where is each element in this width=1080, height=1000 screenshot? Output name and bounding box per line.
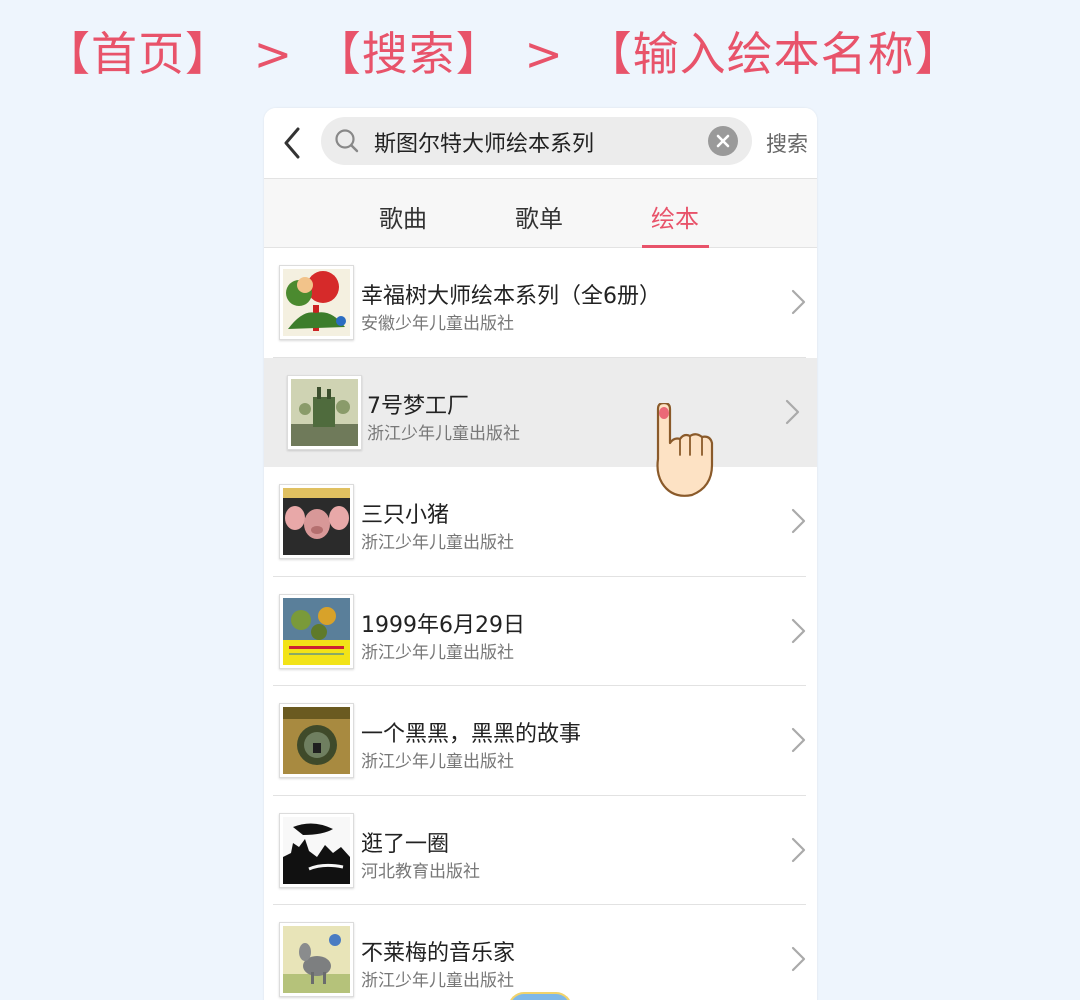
chevron-right-icon bbox=[791, 837, 806, 862]
book-publisher: 浙江少年儿童出版社 bbox=[367, 423, 520, 444]
breadcrumb-home: 【首页】 bbox=[44, 27, 232, 81]
book-cover-pig-icon bbox=[283, 488, 350, 555]
book-publisher: 浙江少年儿童出版社 bbox=[361, 752, 514, 772]
book-list: 幸福树大师绘本系列（全6册） 安徽少年儿童出版社 7号梦工厂 浙江少年儿童出版社… bbox=[264, 248, 817, 1000]
chevron-right-icon bbox=[791, 727, 806, 753]
book-cover-tree-icon bbox=[283, 269, 350, 336]
chevron-right-icon bbox=[791, 946, 806, 972]
book-cover bbox=[279, 484, 354, 559]
list-item[interactable]: 7号梦工厂 浙江少年儿童出版社 bbox=[264, 357, 817, 467]
close-icon bbox=[716, 134, 730, 148]
book-cover-dream-factory-icon bbox=[291, 378, 358, 446]
book-publisher: 河北教育出版社 bbox=[361, 861, 480, 882]
chevron-right-icon bbox=[791, 618, 806, 643]
breadcrumb-separator: > bbox=[524, 27, 564, 81]
tab-playlists[interactable]: 歌单 bbox=[515, 199, 563, 234]
book-cover-dark-story-icon bbox=[283, 707, 350, 774]
back-button[interactable] bbox=[276, 125, 312, 161]
book-cover bbox=[279, 922, 354, 997]
list-item[interactable]: 不莱梅的音乐家 浙江少年儿童出版社 bbox=[264, 905, 817, 1000]
list-item[interactable]: 幸福树大师绘本系列（全6册） 安徽少年儿童出版社 bbox=[264, 248, 817, 358]
book-title: 一个黑黑，黑黑的故事 bbox=[361, 722, 582, 747]
book-cover-silhouette-icon bbox=[283, 816, 350, 884]
book-title: 逛了一圈 bbox=[361, 831, 450, 857]
book-title: 三只小猪 bbox=[361, 503, 450, 528]
category-tabs: 歌曲 歌单 绘本 bbox=[264, 178, 817, 248]
book-cover bbox=[279, 812, 354, 888]
book-cover-donkey-icon bbox=[283, 926, 350, 993]
chevron-right-icon bbox=[785, 399, 800, 424]
search-button[interactable]: 搜索 bbox=[766, 128, 808, 158]
floating-badge bbox=[508, 992, 572, 1000]
breadcrumb-separator: > bbox=[253, 27, 294, 81]
book-title: 不莱梅的音乐家 bbox=[361, 941, 516, 966]
tab-songs[interactable]: 歌曲 bbox=[379, 199, 427, 234]
tap-hand-icon bbox=[656, 403, 714, 497]
book-publisher: 浙江少年儿童出版社 bbox=[361, 533, 514, 553]
search-input[interactable]: 斯图尔特大师绘本系列 bbox=[321, 117, 752, 165]
book-title: 幸福树大师绘本系列（全6册） bbox=[361, 284, 661, 309]
book-cover bbox=[279, 265, 354, 340]
search-bar: 斯图尔特大师绘本系列 搜索 bbox=[264, 108, 817, 178]
book-title: 7号梦工厂 bbox=[367, 393, 469, 419]
book-publisher: 浙江少年儿童出版社 bbox=[361, 642, 514, 663]
breadcrumb-input-book-name: 【输入绘本名称】 bbox=[585, 27, 962, 81]
search-query: 斯图尔特大师绘本系列 bbox=[374, 132, 595, 157]
chevron-left-icon bbox=[284, 127, 300, 159]
search-icon bbox=[335, 129, 359, 153]
list-item[interactable]: 1999年6月29日 浙江少年儿童出版社 bbox=[264, 577, 817, 686]
book-cover-vegetables-icon bbox=[283, 597, 350, 665]
breadcrumb: 【首页】 > 【搜索】 > 【输入绘本名称】 bbox=[44, 18, 962, 84]
list-item[interactable]: 一个黑黑，黑黑的故事 浙江少年儿童出版社 bbox=[264, 686, 817, 796]
phone-screen: 斯图尔特大师绘本系列 搜索 歌曲 歌单 绘本 幸福树大师绘本系列（全6册） 安徽… bbox=[264, 108, 817, 1000]
list-item[interactable]: 逛了一圈 河北教育出版社 bbox=[264, 796, 817, 905]
book-publisher: 安徽少年儿童出版社 bbox=[361, 314, 514, 334]
clear-search-button[interactable] bbox=[708, 126, 738, 156]
tab-picture-books[interactable]: 绘本 bbox=[651, 199, 699, 234]
book-cover bbox=[279, 593, 354, 669]
chevron-right-icon bbox=[791, 289, 806, 315]
book-cover bbox=[287, 374, 362, 450]
breadcrumb-search: 【搜索】 bbox=[314, 27, 503, 81]
book-title: 1999年6月29日 bbox=[361, 612, 525, 638]
list-item[interactable]: 三只小猪 浙江少年儿童出版社 bbox=[264, 467, 817, 577]
book-cover bbox=[279, 703, 354, 778]
chevron-right-icon bbox=[791, 508, 806, 534]
book-publisher: 浙江少年儿童出版社 bbox=[361, 971, 514, 991]
